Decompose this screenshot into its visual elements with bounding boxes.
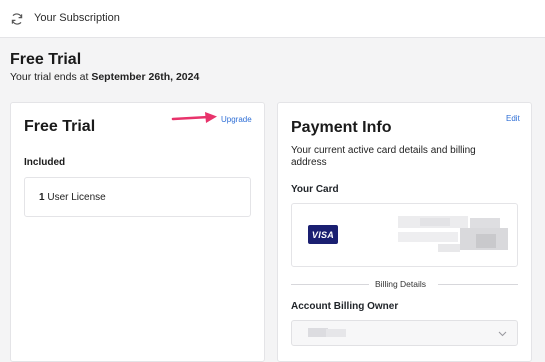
visa-logo-icon: VISA bbox=[308, 225, 338, 244]
chevron-down-icon bbox=[498, 331, 507, 337]
payment-card-title: Payment Info bbox=[291, 119, 392, 136]
billing-details-label: Billing Details bbox=[375, 279, 427, 289]
trial-end-prefix: Your trial ends at bbox=[10, 71, 92, 83]
trial-end-date: September 26th, 2024 bbox=[91, 71, 200, 83]
page-title: Free Trial bbox=[10, 51, 82, 68]
card-details-box: VISA bbox=[291, 203, 518, 267]
refresh-icon[interactable] bbox=[10, 12, 24, 26]
free-trial-card: Free Trial Upgrade Included 1 User Licen… bbox=[10, 102, 265, 362]
masked-card-number bbox=[398, 214, 510, 254]
license-text: 1 User License bbox=[39, 192, 106, 203]
divider-right bbox=[438, 284, 518, 285]
license-label: User License bbox=[47, 192, 106, 203]
annotation-arrow-icon bbox=[171, 112, 217, 123]
included-label: Included bbox=[24, 157, 66, 168]
license-count: 1 bbox=[39, 192, 45, 203]
your-card-label: Your Card bbox=[291, 184, 339, 195]
billing-owner-select[interactable] bbox=[291, 320, 518, 346]
divider-left bbox=[291, 284, 369, 285]
page-heading: Your Subscription bbox=[34, 12, 120, 24]
upgrade-link[interactable]: Upgrade bbox=[221, 115, 252, 124]
billing-owner-value bbox=[308, 328, 346, 338]
top-bar: Your Subscription bbox=[0, 0, 545, 38]
subscription-header: Free Trial Your trial ends at September … bbox=[10, 51, 199, 83]
trial-card-title: Free Trial bbox=[24, 118, 96, 135]
payment-info-card: Payment Info Edit Your current active ca… bbox=[277, 102, 532, 362]
payment-description: Your current active card details and bil… bbox=[291, 145, 476, 168]
license-item: 1 User License bbox=[24, 177, 251, 217]
billing-owner-label: Account Billing Owner bbox=[291, 301, 399, 312]
edit-link[interactable]: Edit bbox=[506, 114, 520, 123]
trial-end-text: Your trial ends at September 26th, 2024 bbox=[10, 71, 199, 83]
